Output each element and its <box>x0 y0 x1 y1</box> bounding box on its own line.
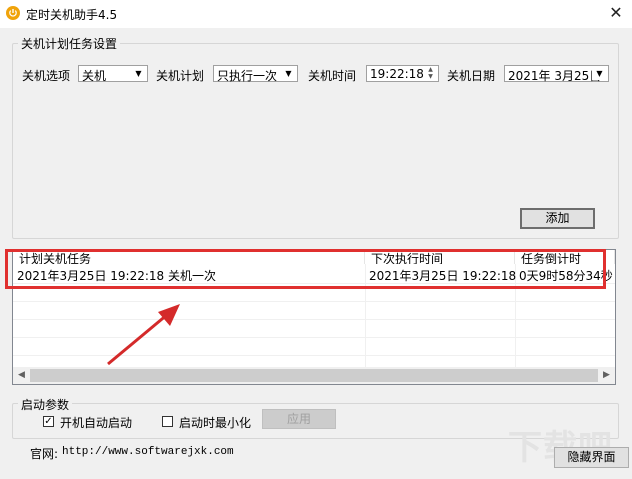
minimize-label[interactable]: 启动时最小化 <box>179 414 251 431</box>
plan-select-value: 只执行一次 <box>217 69 278 83</box>
autostart-checkbox[interactable]: ✓ <box>43 416 54 427</box>
spin-down-icon[interactable]: ▼ <box>424 74 437 80</box>
power-icon <box>6 6 20 20</box>
settings-group-title: 关机计划任务设置 <box>18 35 121 52</box>
dropdown-arrow-icon: ▼ <box>131 67 146 80</box>
date-picker[interactable]: 2021年 3月25日 ▼ <box>504 65 609 83</box>
hide-button[interactable]: 隐藏界面 <box>554 447 629 468</box>
scroll-right-icon[interactable]: ▶ <box>598 367 615 384</box>
scroll-left-icon[interactable]: ◀ <box>13 367 30 384</box>
option-select[interactable]: 关机 ▼ <box>78 65 148 83</box>
check-icon: ✓ <box>44 416 53 427</box>
website-label: 官网: <box>30 447 59 461</box>
window-title: 定时关机助手4.5 <box>26 8 118 22</box>
close-icon[interactable]: ✕ <box>604 2 628 24</box>
title-bar: 定时关机助手4.5 ✕ <box>0 0 632 28</box>
date-picker-value: 2021年 3月25日 <box>508 69 602 83</box>
dropdown-arrow-icon: ▼ <box>592 67 607 80</box>
startup-group-title: 启动参数 <box>18 396 73 413</box>
date-label: 关机日期 <box>447 69 496 83</box>
option-label: 关机选项 <box>22 69 71 83</box>
apply-button[interactable]: 应用 <box>262 409 336 429</box>
minimize-checkbox[interactable] <box>162 416 173 427</box>
add-button[interactable]: 添加 <box>520 208 595 229</box>
highlight-box <box>5 249 606 289</box>
dropdown-arrow-icon: ▼ <box>281 67 296 80</box>
plan-select[interactable]: 只执行一次 ▼ <box>213 65 298 83</box>
option-select-value: 关机 <box>82 69 107 83</box>
plan-label: 关机计划 <box>156 69 205 83</box>
autostart-label[interactable]: 开机自动启动 <box>60 414 132 431</box>
time-picker[interactable]: 19:22:18 ▲ ▼ <box>366 65 439 82</box>
annotation-arrow <box>107 304 180 366</box>
time-picker-value: 19:22:18 <box>370 67 424 81</box>
time-label: 关机时间 <box>308 69 357 83</box>
website-link[interactable]: http://www.softwarejxk.com <box>62 446 234 458</box>
